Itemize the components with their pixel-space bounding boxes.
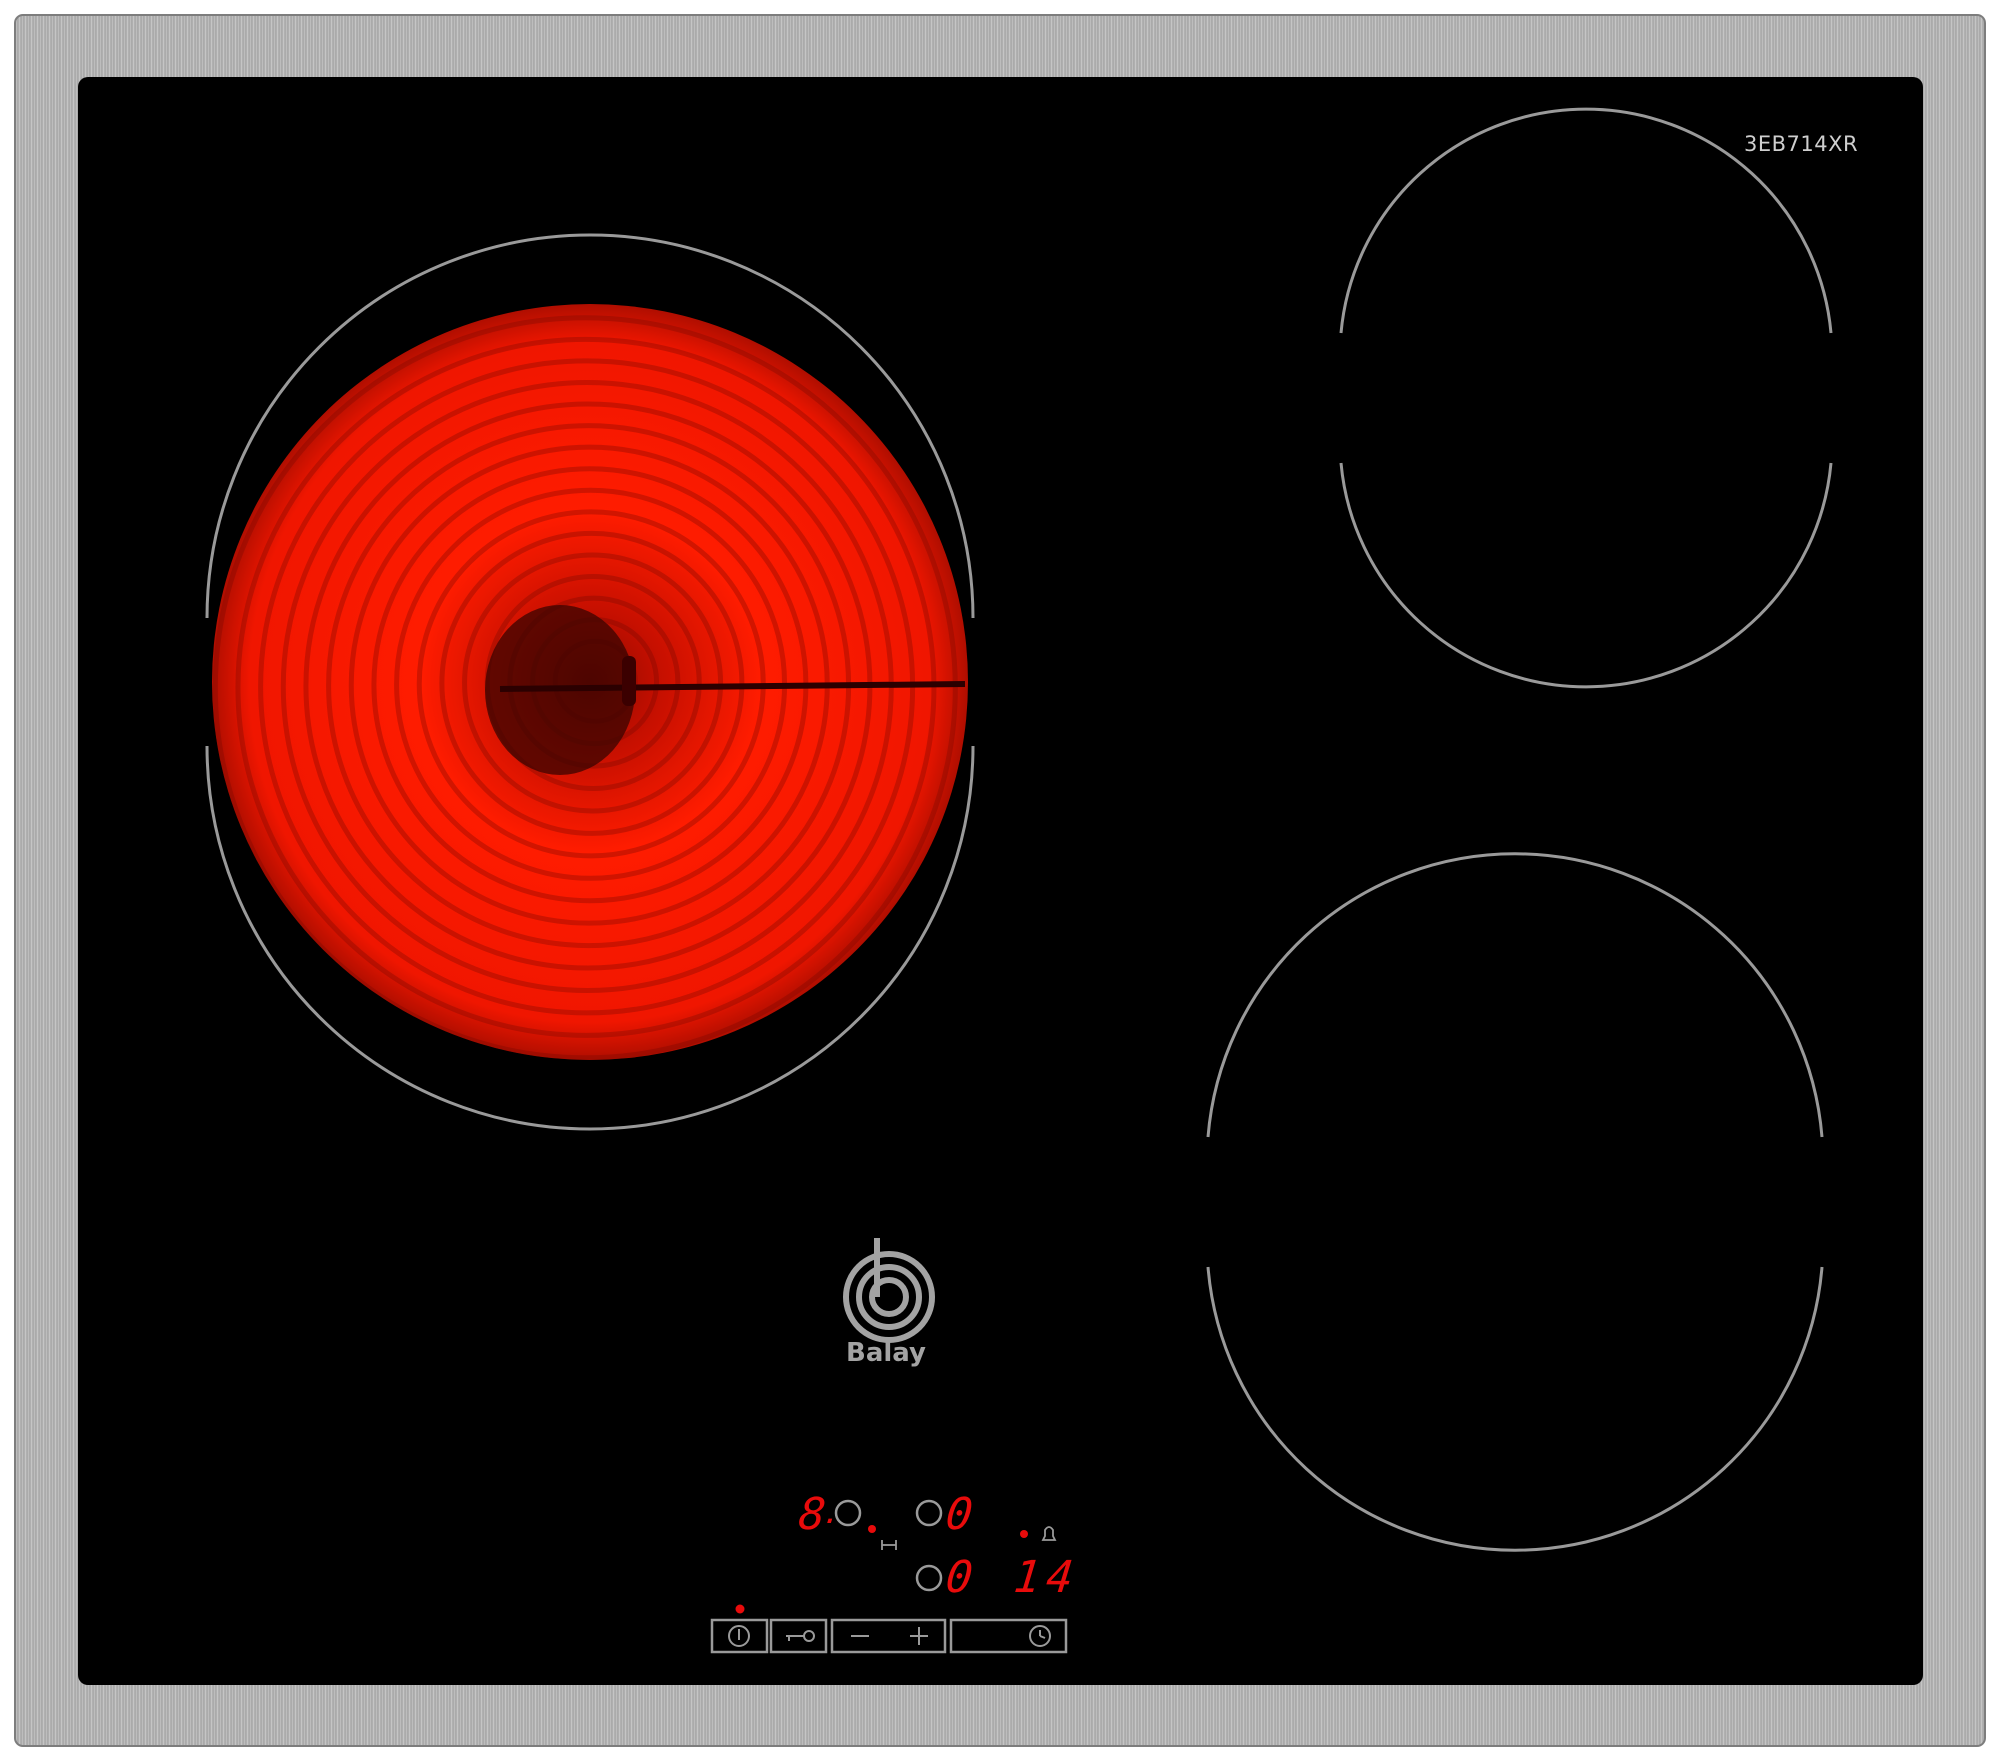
minus-button[interactable]	[832, 1620, 888, 1652]
power-indicator-dot	[735, 1604, 745, 1614]
zone-indicator-dot-1	[868, 1525, 876, 1533]
zone-timer-display: 0	[943, 1552, 976, 1603]
hob-illustration	[14, 14, 1986, 1747]
zone-status-display: 0	[943, 1489, 976, 1540]
model-number: 3EB714XR	[1744, 132, 1859, 156]
timer-minutes-display: 14	[1011, 1552, 1082, 1603]
timer-button[interactable]	[951, 1620, 1066, 1652]
brand-name: Balay	[846, 1338, 926, 1368]
power-button[interactable]	[712, 1620, 767, 1652]
zone-power-level-dot: .	[821, 1496, 843, 1531]
sensor-clip	[622, 656, 636, 706]
plus-button[interactable]	[889, 1620, 945, 1652]
timer-indicator-dot	[1020, 1530, 1028, 1538]
lock-button[interactable]	[771, 1620, 826, 1652]
